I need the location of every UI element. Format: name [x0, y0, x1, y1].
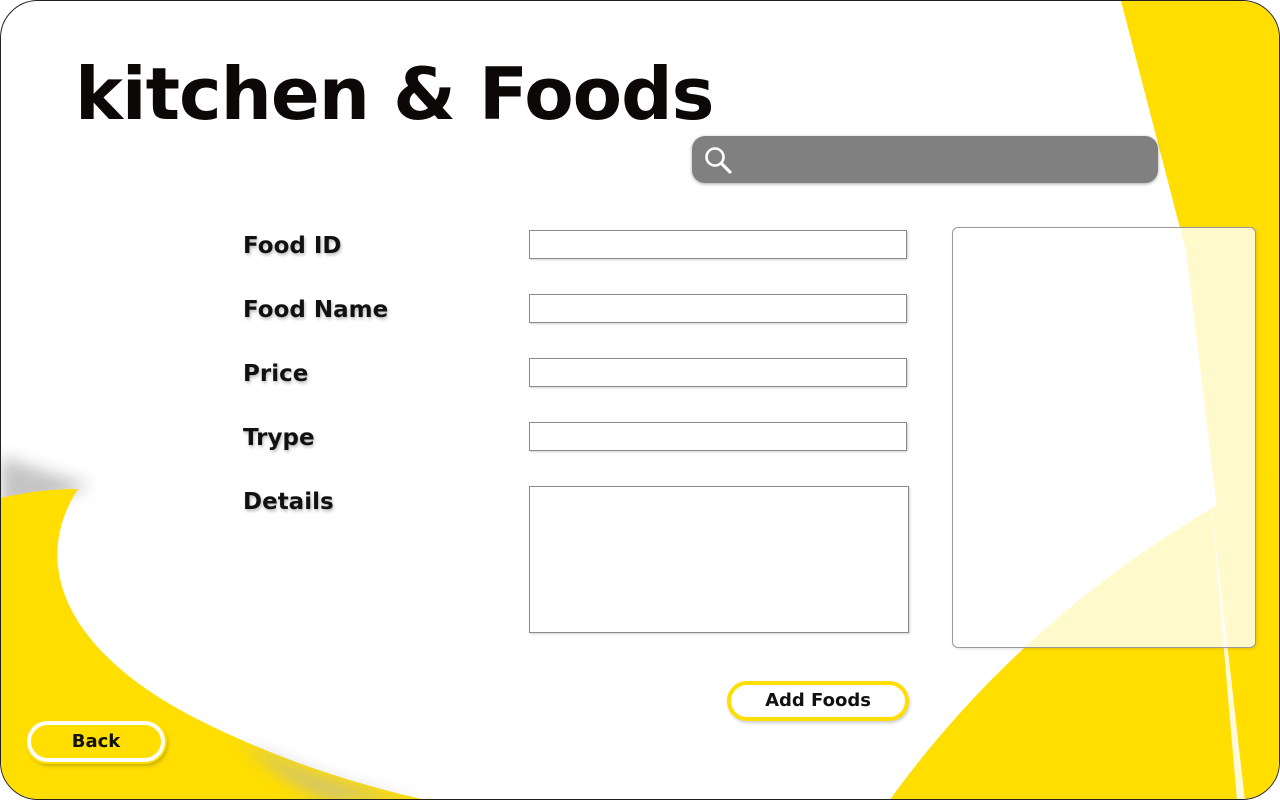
type-label: Trype: [243, 425, 315, 451]
back-button[interactable]: Back: [27, 721, 165, 762]
food-name-input[interactable]: [529, 294, 907, 323]
food-image-panel[interactable]: [952, 227, 1256, 648]
price-label: Price: [243, 361, 309, 387]
food-name-label: Food Name: [243, 297, 389, 323]
search-icon[interactable]: [703, 145, 733, 175]
food-id-label: Food ID: [243, 233, 342, 259]
details-label: Details: [243, 489, 334, 515]
type-input[interactable]: [529, 422, 907, 451]
search-bar[interactable]: [692, 136, 1158, 183]
add-foods-button[interactable]: Add Foods: [727, 681, 909, 721]
details-textarea[interactable]: [529, 486, 909, 633]
app-window: kitchen & Foods Food ID Food Name Price …: [0, 0, 1280, 800]
price-input[interactable]: [529, 358, 907, 387]
food-id-input[interactable]: [529, 230, 907, 259]
page-title: kitchen & Foods: [75, 52, 715, 136]
search-input[interactable]: [738, 142, 1147, 178]
